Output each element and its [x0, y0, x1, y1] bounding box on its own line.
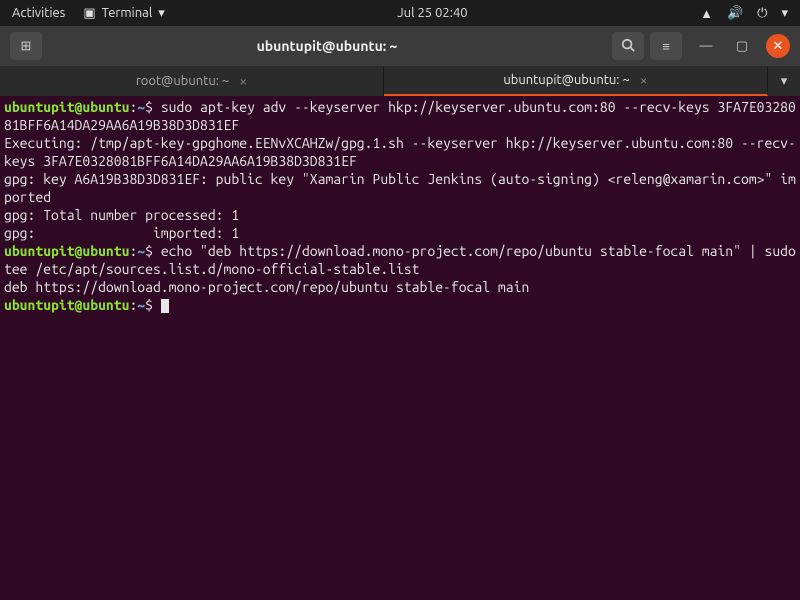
clock[interactable]: Jul 25 02:40	[397, 6, 467, 20]
volume-icon[interactable]: 🔊	[727, 6, 743, 21]
maximize-button[interactable]: ▢	[730, 34, 754, 58]
tab-ubuntupit[interactable]: ubuntupit@ubuntu: ~ ×	[384, 66, 768, 96]
terminal-output: gpg: key A6A19B38D3D831EF: public key "X…	[4, 171, 796, 205]
window-title-bar: ⊞ ubuntupit@ubuntu: ~ ≡ — ▢ ✕	[0, 26, 800, 66]
prompt-dollar: $	[145, 243, 153, 259]
terminal-icon: ▣	[83, 6, 95, 21]
chevron-down-icon: ▾	[781, 74, 788, 89]
tab-label: root@ubuntu: ~	[136, 74, 229, 88]
prompt-dollar: $	[145, 99, 153, 115]
power-icon[interactable]: ⏻	[757, 6, 767, 21]
new-tab-button[interactable]: ⊞	[10, 32, 42, 60]
terminal-output: gpg: imported: 1	[4, 225, 239, 241]
terminal-output: Executing: /tmp/apt-key-gpghome.EENvXCAH…	[4, 135, 796, 169]
gnome-top-bar: Activities ▣ Terminal ▾ Jul 25 02:40 ▲ 🔊…	[0, 0, 800, 26]
cursor	[161, 299, 169, 313]
tab-label: ubuntupit@ubuntu: ~	[503, 73, 629, 87]
close-button[interactable]: ✕	[766, 34, 790, 58]
window-title: ubuntupit@ubuntu: ~	[48, 38, 606, 54]
prompt-path: ~	[137, 99, 145, 115]
close-icon: ✕	[773, 39, 784, 54]
prompt-userhost: ubuntupit@ubuntu	[4, 243, 129, 259]
prompt-path: ~	[137, 243, 145, 259]
prompt-userhost: ubuntupit@ubuntu	[4, 297, 129, 313]
app-menu-label: Terminal	[102, 6, 153, 20]
minimize-icon: —	[700, 39, 713, 53]
search-icon	[621, 38, 635, 55]
maximize-icon: ▢	[736, 39, 748, 54]
app-menu[interactable]: ▣ Terminal ▾	[83, 6, 164, 21]
prompt-userhost: ubuntupit@ubuntu	[4, 99, 129, 115]
tab-dropdown-button[interactable]: ▾	[768, 66, 800, 96]
tab-strip: root@ubuntu: ~ × ubuntupit@ubuntu: ~ × ▾	[0, 66, 800, 96]
network-icon[interactable]: ▲	[700, 6, 713, 21]
tab-close-button[interactable]: ×	[640, 72, 648, 88]
terminal-viewport[interactable]: ubuntupit@ubuntu:~$ sudo apt-key adv --k…	[0, 96, 800, 600]
minimize-button[interactable]: —	[694, 34, 718, 58]
tab-root[interactable]: root@ubuntu: ~ ×	[0, 66, 384, 96]
new-tab-icon: ⊞	[21, 39, 32, 54]
menu-button[interactable]: ≡	[650, 32, 682, 60]
activities-button[interactable]: Activities	[12, 6, 65, 20]
tab-close-button[interactable]: ×	[239, 73, 247, 89]
search-button[interactable]	[612, 32, 644, 60]
terminal-output: deb https://download.mono-project.com/re…	[4, 279, 529, 295]
terminal-output: gpg: Total number processed: 1	[4, 207, 239, 223]
prompt-dollar: $	[145, 297, 153, 313]
hamburger-icon: ≡	[662, 39, 670, 54]
prompt-path: ~	[137, 297, 145, 313]
chevron-down-icon[interactable]: ▾	[781, 6, 788, 21]
